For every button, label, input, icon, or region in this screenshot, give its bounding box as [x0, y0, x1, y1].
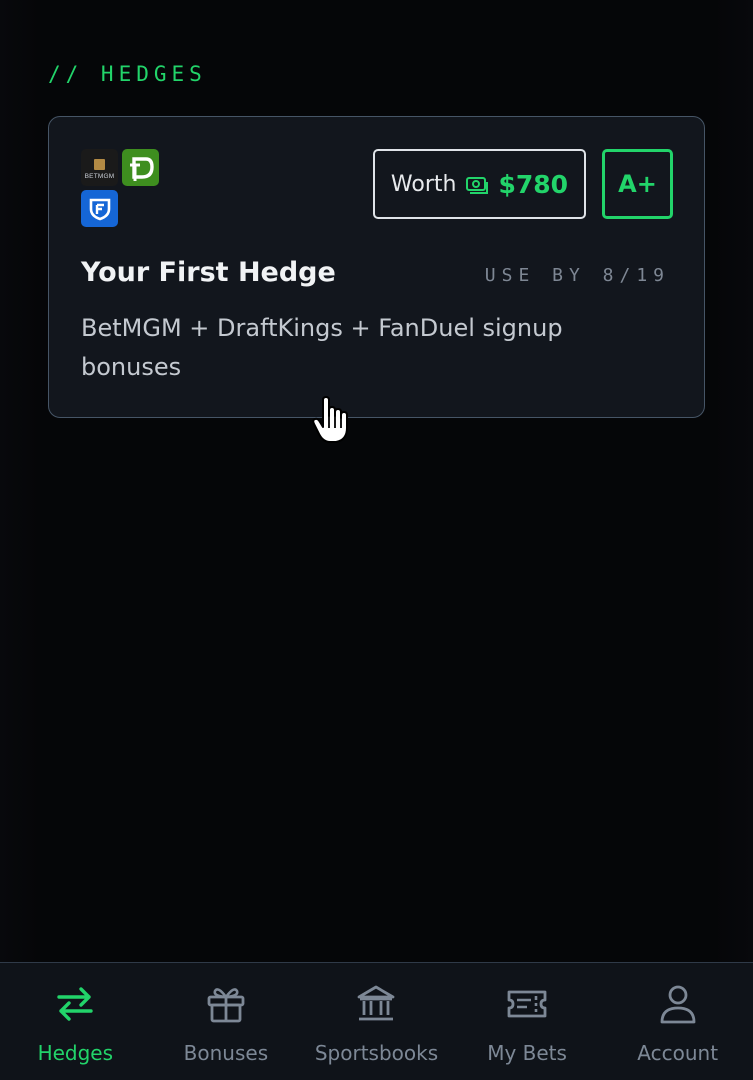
worth-value: $780 — [498, 169, 569, 199]
tab-sportsbooks[interactable]: Sportsbooks — [301, 963, 452, 1080]
hedge-description: BetMGM + DraftKings + FanDuel signup bon… — [81, 314, 563, 381]
ticket-icon — [504, 981, 550, 1027]
section-heading: // HEDGES — [48, 62, 207, 86]
worth-label: Worth — [390, 171, 457, 197]
bottom-tab-bar: Hedges Bonuses Sportsbooks My Bets Accou… — [0, 962, 753, 1080]
fanduel-logo — [81, 190, 118, 227]
sportsbook-logos: BETMGM — [81, 149, 163, 231]
pointer-cursor-icon — [312, 396, 348, 443]
betmgm-logo: BETMGM — [81, 149, 118, 186]
draftkings-logo — [122, 149, 159, 186]
hedges-screen: // HEDGES BETMGM Worth $780 A+ Your Firs… — [0, 0, 753, 1080]
hedge-card[interactable]: BETMGM Worth $780 A+ Your First Hedge US… — [48, 116, 705, 418]
tab-bonuses[interactable]: Bonuses — [151, 963, 302, 1080]
tab-hedges-label: Hedges — [37, 1041, 114, 1065]
use-by-date: USE BY 8/19 — [484, 265, 670, 286]
swap-arrows-icon — [52, 981, 98, 1027]
tab-account-label: Account — [637, 1041, 719, 1065]
betmgm-logo-text: BETMGM — [84, 172, 115, 180]
grade-badge: A+ — [602, 149, 673, 219]
tab-my-bets[interactable]: My Bets — [452, 963, 603, 1080]
tab-account[interactable]: Account — [602, 963, 753, 1080]
user-icon — [655, 981, 701, 1027]
tab-sportsbooks-label: Sportsbooks — [314, 1041, 439, 1065]
hedge-title: Your First Hedge — [81, 257, 336, 288]
bank-icon — [353, 981, 399, 1027]
tab-hedges[interactable]: Hedges — [0, 963, 151, 1080]
money-icon — [464, 171, 490, 197]
gift-icon — [203, 981, 249, 1027]
worth-badge: Worth $780 — [373, 149, 586, 219]
tab-my-bets-label: My Bets — [487, 1041, 567, 1065]
tab-bonuses-label: Bonuses — [183, 1041, 269, 1065]
